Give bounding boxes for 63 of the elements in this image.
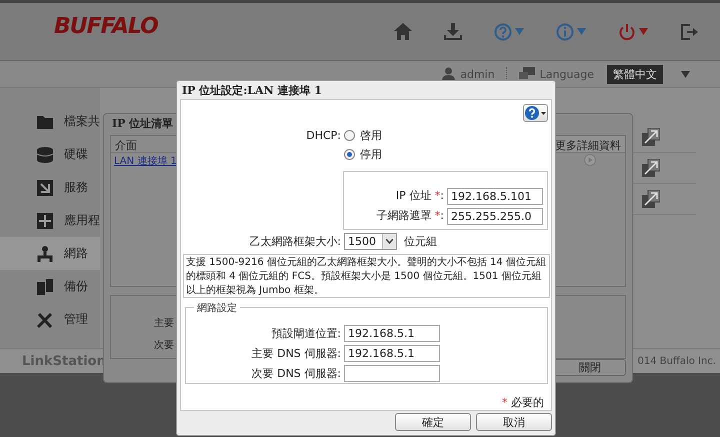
help-button[interactable] <box>523 104 548 122</box>
radio-button[interactable] <box>344 149 355 160</box>
sidebar-item[interactable]: 應用程 <box>0 204 100 237</box>
power-icon[interactable] <box>618 22 636 40</box>
copyright-text: 014 Buffalo Inc. <box>637 356 716 366</box>
info-icon[interactable] <box>556 22 574 40</box>
dialog-title: IP 位址清單 <box>111 116 174 132</box>
copy-icon <box>36 278 54 296</box>
ok-button[interactable]: 確定 <box>395 413 471 431</box>
chat-icon <box>518 67 535 81</box>
logout-icon[interactable] <box>680 22 698 40</box>
radio-button[interactable] <box>344 130 355 141</box>
help-icon[interactable] <box>494 22 512 40</box>
field-label: 主要 DNS 伺服器: <box>250 346 341 361</box>
interface-link[interactable]: LAN 連接埠 1 <box>114 154 177 168</box>
cancel-button[interactable]: 取消 <box>476 413 552 431</box>
help-icon <box>525 106 539 120</box>
user-name: admin <box>460 68 495 80</box>
product-name: LinkStation <box>22 354 106 368</box>
caret-icon <box>639 28 648 35</box>
language-select[interactable]: 繁體中文 <box>607 64 663 84</box>
field-label: 主要 <box>154 316 174 330</box>
caret-icon <box>515 28 524 35</box>
field-label: 次要 <box>154 339 174 352</box>
field-label: 次要 DNS 伺服器: <box>250 366 341 381</box>
required-note: * 必要的 <box>502 395 544 410</box>
language-label: Language <box>540 68 594 80</box>
sidebar-item[interactable]: 硬碟 <box>0 138 100 171</box>
input-field[interactable]: 255.255.255.0 <box>447 208 543 225</box>
column-header: 介面 <box>114 138 138 152</box>
field-label: IP 位址 *: <box>394 188 444 204</box>
expand-icon[interactable] <box>642 159 660 177</box>
help-text: 支援 1500-9216 個位元組的乙太網路框架大小。聲明的大小不包括 14 個位元組的標頭和 4 個位元組的 FCS。預設框架大小是 1500 個位元組。1501 個位元組以上的框架視為 Jumbo 框架。 <box>183 254 550 298</box>
network-icon <box>36 244 54 262</box>
field-label: 子網路遮罩 *: <box>375 208 444 224</box>
chevron-down-icon <box>386 238 393 244</box>
sidebar-item[interactable]: 備份 <box>0 270 100 303</box>
input-field[interactable]: 192.168.5.1 <box>344 324 440 342</box>
field-label: 乙太網路框架大小: <box>248 234 341 249</box>
input-field[interactable] <box>344 364 440 382</box>
database-icon <box>36 146 54 164</box>
sidebar-item[interactable]: 網路 <box>0 237 100 270</box>
input-field[interactable]: 192.168.5.101 <box>447 188 543 205</box>
sidebar-item[interactable]: 檔案共 <box>0 105 100 138</box>
download-icon[interactable] <box>444 23 462 40</box>
input-field[interactable]: 192.168.5.1 <box>344 344 440 362</box>
caret-icon <box>681 70 690 78</box>
sidebar-item[interactable]: 管理 <box>0 303 100 336</box>
brand-logo: BUFFALO <box>54 14 158 39</box>
radio-label: 啓用 <box>360 128 382 143</box>
home-icon[interactable] <box>394 23 412 40</box>
field-label: DHCP: <box>305 129 341 142</box>
sidebar-item[interactable]: 服務 <box>0 171 100 204</box>
frame-size-select[interactable]: 1500 <box>344 232 397 250</box>
expand-icon[interactable] <box>642 128 660 146</box>
radio-label: 停用 <box>360 147 382 162</box>
caret-icon <box>577 28 586 35</box>
close-button[interactable]: 關閉 <box>554 359 626 376</box>
expand-icon[interactable] <box>642 190 660 208</box>
unit-label: 位元組 <box>404 234 437 249</box>
group-title: 網路設定 <box>196 302 238 315</box>
dialog-title: IP 位址設定:LAN 連接埠 1 <box>181 82 323 98</box>
field-label: 預設閘道位置: <box>270 326 341 341</box>
